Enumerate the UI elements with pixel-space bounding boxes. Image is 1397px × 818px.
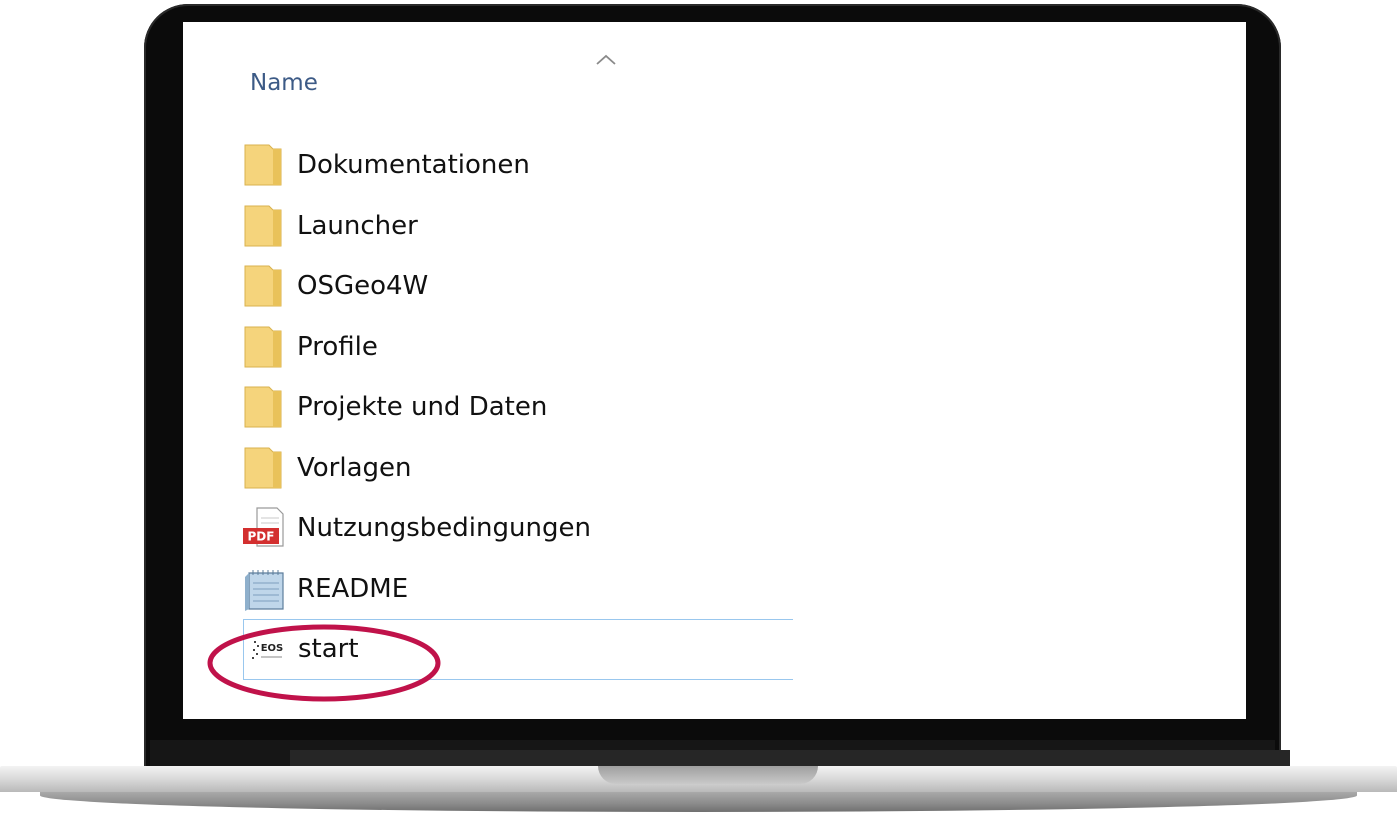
list-item-readme[interactable]: README <box>243 559 793 620</box>
laptop-opening-notch <box>598 766 818 784</box>
chevron-up-icon[interactable] <box>595 52 617 66</box>
laptop-bezel-bottom <box>150 740 1290 768</box>
folder-icon <box>243 204 293 248</box>
folder-icon <box>243 325 293 369</box>
list-item-profile[interactable]: Profile <box>243 317 793 378</box>
folder-icon <box>243 143 293 187</box>
text-file-icon <box>243 567 293 611</box>
folder-icon <box>243 446 293 490</box>
file-list: Dokumentationen Launcher OSGeo4W Profile… <box>243 135 793 680</box>
list-item-projekte-und-daten[interactable]: Projekte und Daten <box>243 377 793 438</box>
list-item-label: OSGeo4W <box>297 271 429 302</box>
laptop-mockup: Name Dokumentationen Launcher OSGeo4W Pr… <box>0 0 1397 818</box>
list-item-launcher[interactable]: Launcher <box>243 196 793 257</box>
list-item-label: Profile <box>297 331 378 362</box>
list-item-label: README <box>297 573 409 604</box>
list-item-nutzungsbedingungen[interactable]: PDF Nutzungsbedingungen <box>243 498 793 559</box>
svg-text:PDF: PDF <box>248 530 275 544</box>
folder-icon <box>243 264 293 308</box>
laptop-screen: Name Dokumentationen Launcher OSGeo4W Pr… <box>183 22 1246 719</box>
list-item-label: Dokumentationen <box>297 150 530 181</box>
name-column-header[interactable]: Name <box>250 70 318 96</box>
highlight-ring <box>207 624 441 702</box>
list-item-vorlagen[interactable]: Vorlagen <box>243 438 793 499</box>
list-item-label: Launcher <box>297 210 418 241</box>
list-item-label: Projekte und Daten <box>297 392 548 423</box>
laptop-base-bottom <box>40 792 1357 812</box>
list-item-osgeo4w[interactable]: OSGeo4W <box>243 256 793 317</box>
pdf-file-icon: PDF <box>243 506 293 550</box>
list-item-label: Vorlagen <box>297 452 412 483</box>
folder-icon <box>243 385 293 429</box>
list-item-label: Nutzungsbedingungen <box>297 513 591 544</box>
list-item-dokumentationen[interactable]: Dokumentationen <box>243 135 793 196</box>
